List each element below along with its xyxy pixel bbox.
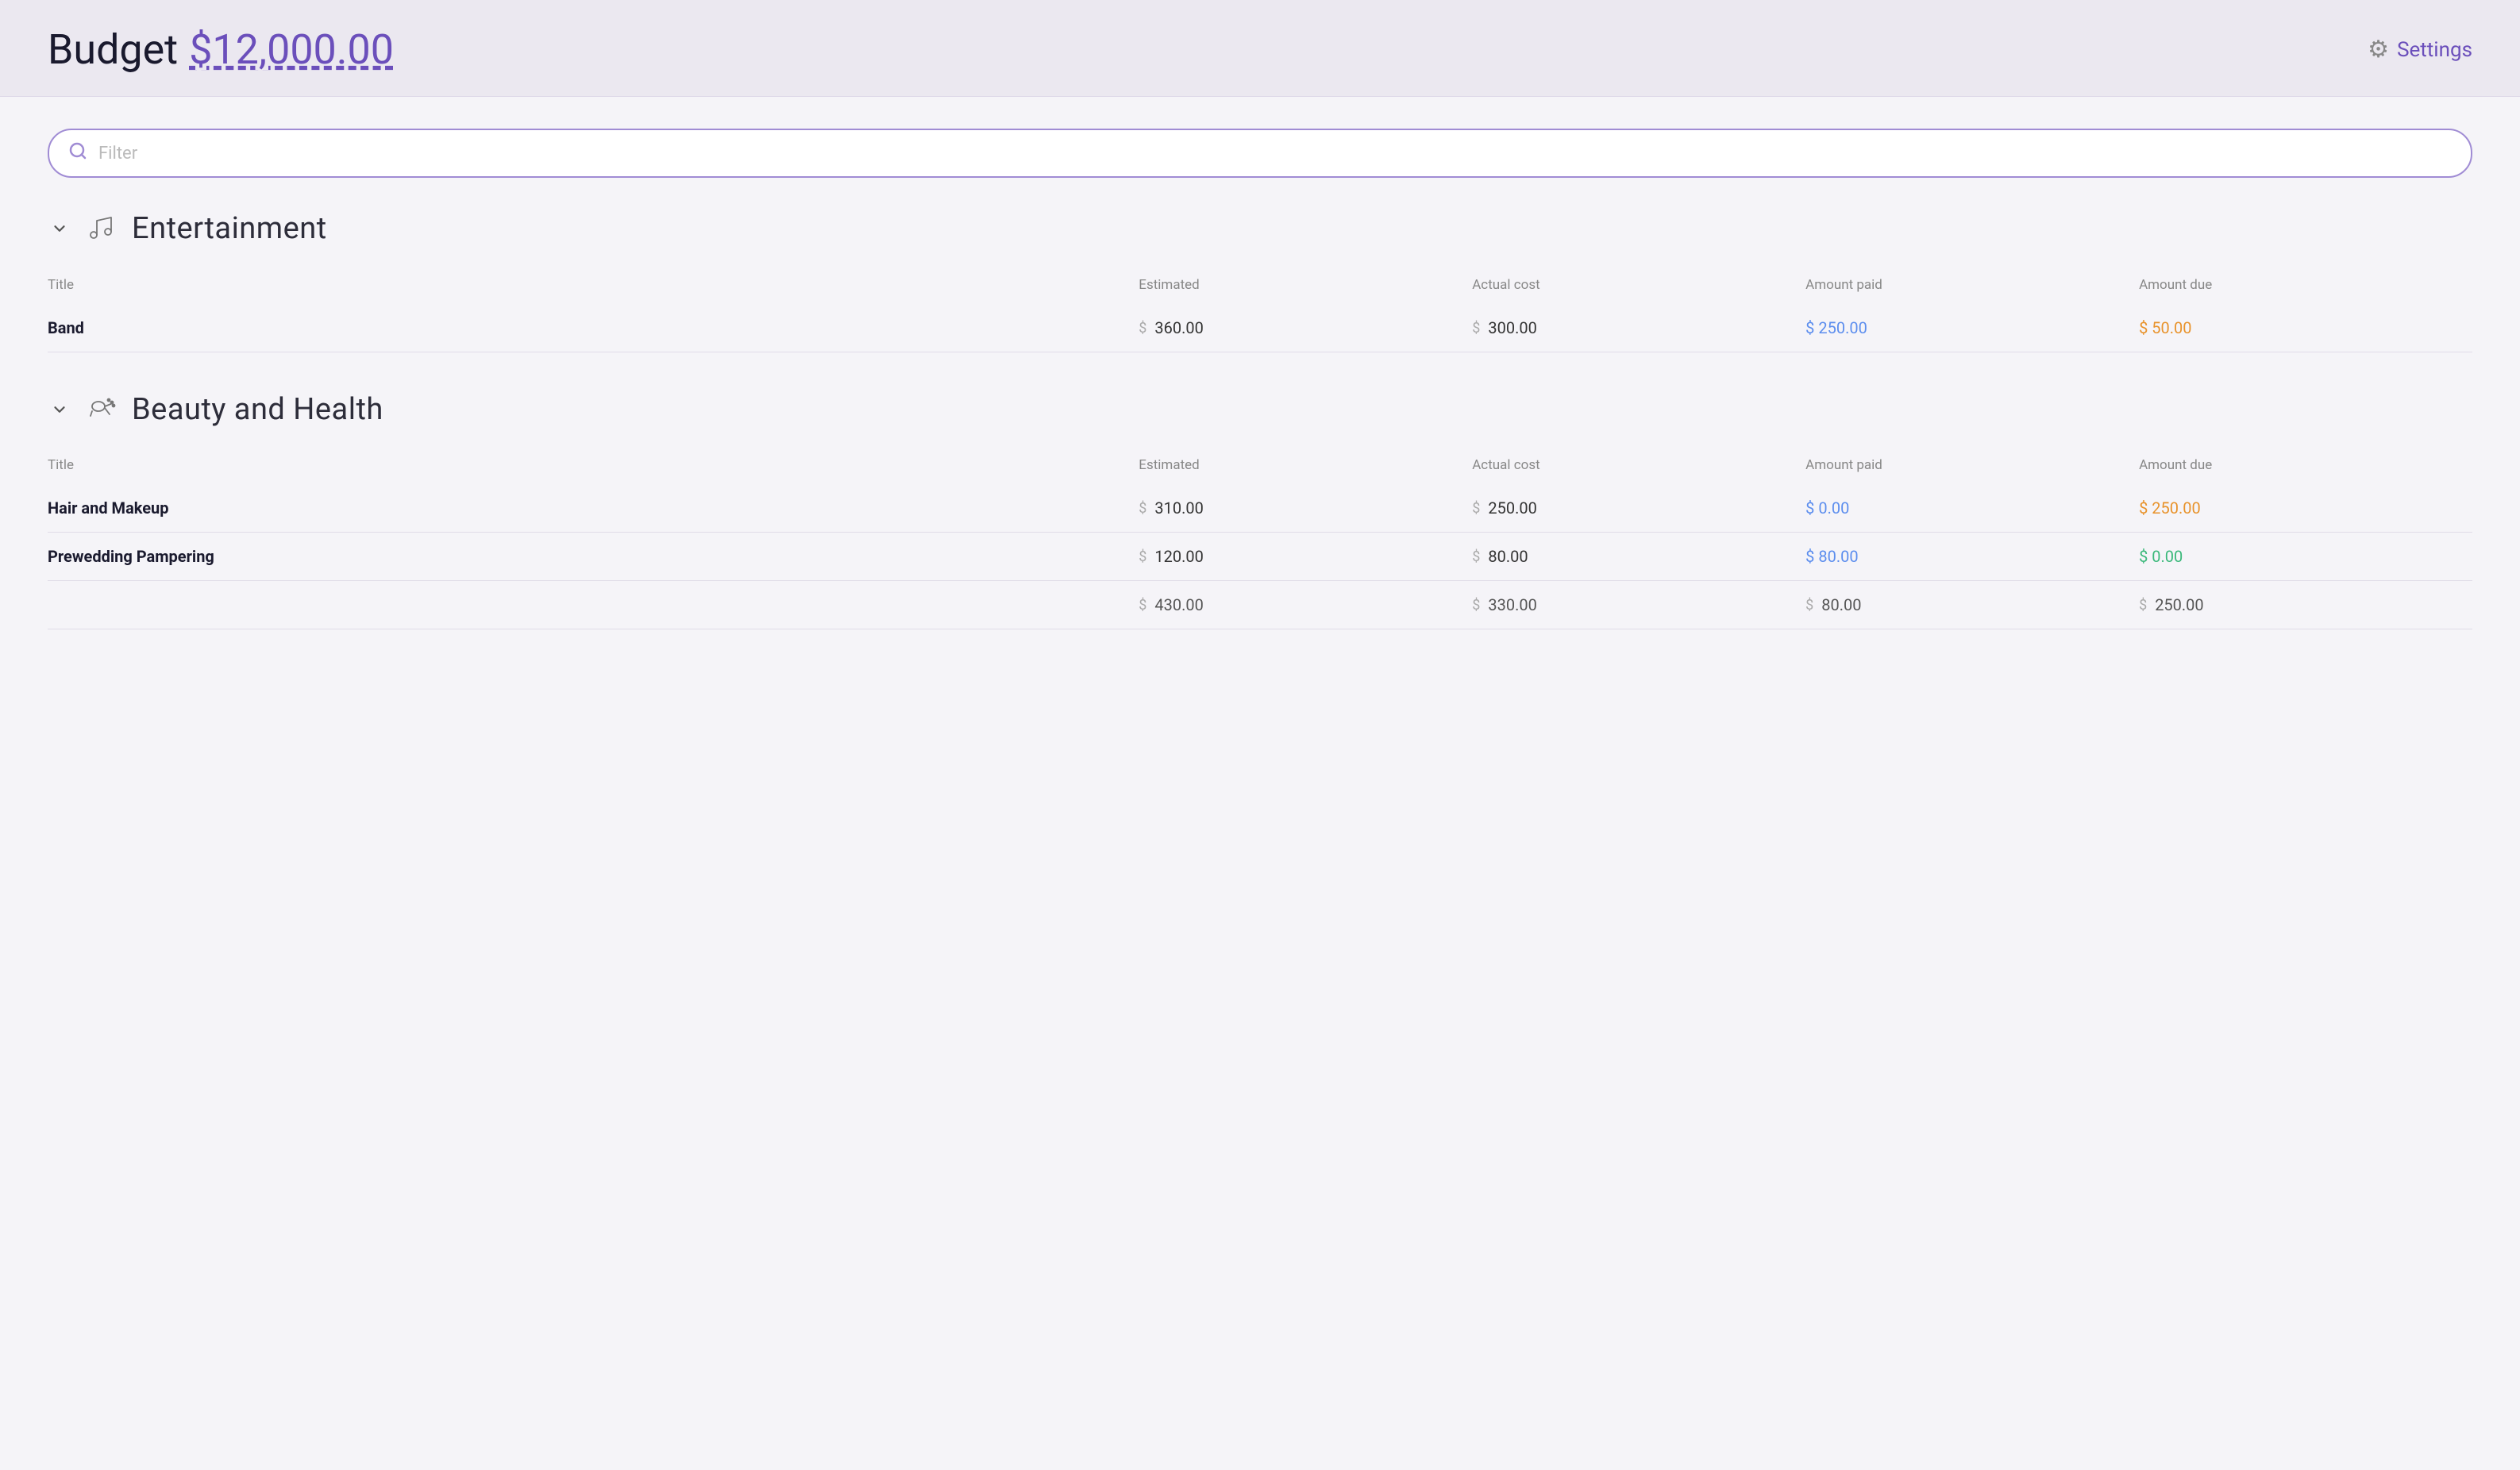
row-title: Hair and Makeup [48,484,1139,533]
total-paid-value: 80.00 [1821,595,1861,614]
entertainment-title: Entertainment [132,211,327,246]
gear-icon: ⚙ [2368,36,2389,63]
actual-value: 80.00 [1488,547,1528,566]
paid-value: $ 0.00 [1805,498,1849,518]
paid-value: $ 80.00 [1805,547,1858,566]
dollar-icon: $ [1472,320,1480,337]
row-title: Band [48,304,1139,352]
row-estimated: $ 120.00 [1139,533,1472,581]
row-estimated: $ 310.00 [1139,484,1472,533]
main-content: Entertainment Title Estimated Actual cos… [0,97,2520,701]
dollar-icon: $ [2139,597,2147,614]
section-total-row: $ 430.00 $ 330.00 $ 80.00 [48,581,2472,629]
col-title-ent: Title [48,269,1139,304]
total-est-value: 430.00 [1154,595,1203,614]
total-due: $ 250.00 [2139,581,2472,629]
col-actual-bh: Actual cost [1472,449,1805,484]
dollar-icon: $ [1805,597,1813,614]
filter-input-wrapper [48,129,2472,178]
row-title: Prewedding Pampering [48,533,1139,581]
dollar-icon: $ [1139,500,1146,517]
total-due-value: 250.00 [2155,595,2203,614]
total-actual-value: 330.00 [1488,595,1536,614]
estimated-value: 120.00 [1154,547,1203,566]
settings-label: Settings [2397,38,2472,62]
dollar-icon: $ [1472,500,1480,517]
section-beauty-health: Beauty and Health Title Estimated Actual… [48,392,2472,629]
col-paid-ent: Amount paid [1805,269,2139,304]
total-actual: $ 330.00 [1472,581,1805,629]
due-value: $ 50.00 [2139,318,2191,337]
table-row: Prewedding Pampering $ 120.00 $ 80.00 [48,533,2472,581]
col-due-bh: Amount due [2139,449,2472,484]
dollar-icon: $ [1472,597,1480,614]
col-estimated-ent: Estimated [1139,269,1472,304]
estimated-value: 310.00 [1154,498,1203,518]
section-beauty-header: Beauty and Health [48,392,2472,427]
row-due: $ 0.00 [2139,533,2472,581]
header: Budget $12,000.00 ⚙ Settings [0,0,2520,97]
search-icon [68,141,87,165]
row-paid: $ 250.00 [1805,304,2139,352]
row-paid: $ 80.00 [1805,533,2139,581]
actual-value: 300.00 [1488,318,1536,337]
row-estimated: $ 360.00 [1139,304,1472,352]
total-paid: $ 80.00 [1805,581,2139,629]
budget-label: Budget [48,25,178,74]
estimated-value: 360.00 [1154,318,1203,337]
col-actual-ent: Actual cost [1472,269,1805,304]
header-title-group: Budget $12,000.00 [48,25,394,74]
beauty-table: Title Estimated Actual cost Amount paid … [48,449,2472,629]
filter-container [48,129,2472,178]
filter-input[interactable] [98,144,2452,164]
col-title-bh: Title [48,449,1139,484]
table-row: Band $ 360.00 $ 300.00 $ [48,304,2472,352]
col-due-ent: Amount due [2139,269,2472,304]
actual-value: 250.00 [1488,498,1536,518]
total-label [48,581,1139,629]
entertainment-collapse-button[interactable] [48,217,71,241]
row-paid: $ 0.00 [1805,484,2139,533]
row-actual: $ 80.00 [1472,533,1805,581]
table-row: Hair and Makeup $ 310.00 $ 250.00 [48,484,2472,533]
paid-value: $ 250.00 [1805,318,1867,337]
col-paid-bh: Amount paid [1805,449,2139,484]
section-entertainment: Entertainment Title Estimated Actual cos… [48,210,2472,352]
entertainment-table: Title Estimated Actual cost Amount paid … [48,269,2472,352]
row-due: $ 250.00 [2139,484,2472,533]
dollar-icon: $ [1472,548,1480,565]
row-actual: $ 300.00 [1472,304,1805,352]
total-estimated: $ 430.00 [1139,581,1472,629]
budget-amount[interactable]: $12,000.00 [189,25,394,74]
dollar-icon: $ [1139,597,1146,614]
row-actual: $ 250.00 [1472,484,1805,533]
dollar-icon: $ [1139,548,1146,565]
settings-button[interactable]: ⚙ Settings [2368,36,2472,63]
section-entertainment-header: Entertainment [48,210,2472,247]
beauty-collapse-button[interactable] [48,398,71,421]
entertainment-icon [86,210,118,247]
beauty-title: Beauty and Health [132,392,383,427]
col-estimated-bh: Estimated [1139,449,1472,484]
due-value: $ 250.00 [2139,498,2201,518]
row-due: $ 50.00 [2139,304,2472,352]
beauty-icon [86,392,118,427]
dollar-icon: $ [1139,320,1146,337]
due-value: $ 0.00 [2139,547,2183,566]
